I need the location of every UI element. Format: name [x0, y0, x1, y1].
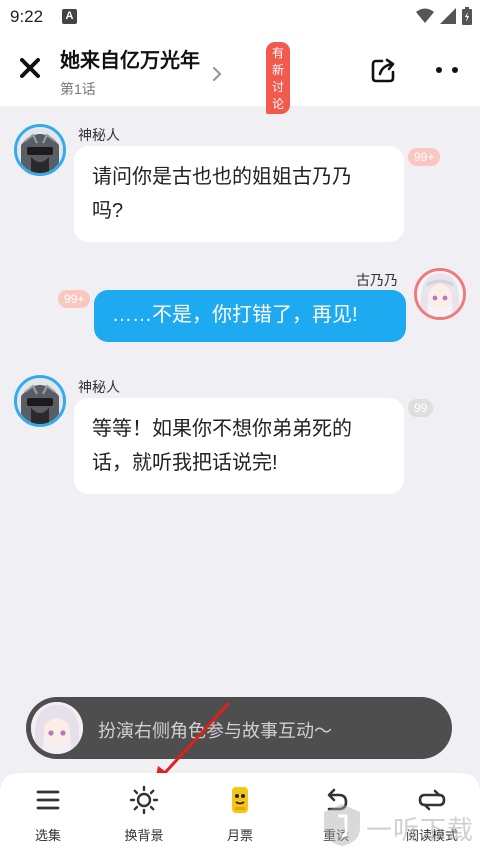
avatar-image [31, 702, 83, 754]
signal-icon [440, 8, 456, 24]
share-icon[interactable] [368, 56, 398, 86]
nav-label: 换背景 [124, 828, 164, 843]
new-discussion-badge[interactable]: 有新讨论 [266, 42, 291, 114]
nav-label: 选集 [34, 828, 61, 843]
speaker-name: 神秘人 [78, 379, 120, 395]
comment-count[interactable]: 99+ [58, 290, 91, 308]
menu-icon [36, 790, 60, 810]
ticket-icon [232, 787, 248, 813]
notification-icon: A [62, 9, 77, 24]
comment-count[interactable]: 99+ [408, 148, 441, 166]
battery-icon [462, 7, 472, 25]
message-line: 请问你是古也也的姐姐古乃乃 [92, 166, 352, 188]
comment-count[interactable]: 99 [408, 399, 434, 417]
nav-label: 月票 [226, 828, 253, 843]
message-line: ……不是，你打错了，再见! [112, 304, 358, 326]
avatar-mysterious[interactable] [14, 124, 66, 176]
watermark: 一听下载 [322, 802, 480, 850]
message-line: 吗? [92, 200, 124, 222]
top-app-bar: 她来自亿万光年 第1话 有新讨论 [0, 34, 480, 114]
status-icons [416, 7, 472, 25]
watermark-text: 一听下载 [366, 815, 475, 845]
status-bar: 9:22 A [0, 0, 480, 34]
avatar-gunaina[interactable] [414, 268, 466, 320]
more-icon[interactable] [434, 60, 460, 80]
avatar-image [17, 127, 63, 173]
episode-label: 第1话 [60, 81, 96, 97]
watermark-logo-icon [324, 804, 360, 846]
nav-episodes[interactable]: 选集 [8, 785, 88, 844]
message-bubble[interactable]: 请问你是古也也的姐姐古乃乃 吗? [74, 146, 404, 242]
prompt-avatar [31, 702, 83, 754]
nav-change-background[interactable]: 换背景 [104, 785, 184, 844]
message-bubble[interactable]: ……不是，你打错了，再见! [94, 290, 406, 342]
message-bubble[interactable]: 等等！如果你不想你弟弟死的 话，就听我把话说完! [74, 398, 404, 494]
comic-title: 她来自亿万光年 [60, 50, 200, 72]
nav-monthly-ticket[interactable]: 月票 [200, 785, 280, 844]
sun-icon [129, 785, 159, 815]
speaker-name: 神秘人 [78, 127, 120, 143]
avatar-image [17, 378, 63, 424]
title-block[interactable]: 她来自亿万光年 第1话 有新讨论 [60, 42, 291, 114]
chevron-right-icon [212, 66, 222, 82]
speaker-name: 古乃乃 [356, 272, 398, 288]
status-time: 9:22 [10, 7, 44, 26]
message-line: 等等！如果你不想你弟弟死的 [92, 418, 352, 440]
wifi-icon [416, 8, 434, 23]
avatar-image [417, 271, 463, 317]
close-icon[interactable] [14, 52, 46, 84]
avatar-mysterious[interactable] [14, 375, 66, 427]
message-line: 话，就听我把话说完! [92, 452, 278, 474]
